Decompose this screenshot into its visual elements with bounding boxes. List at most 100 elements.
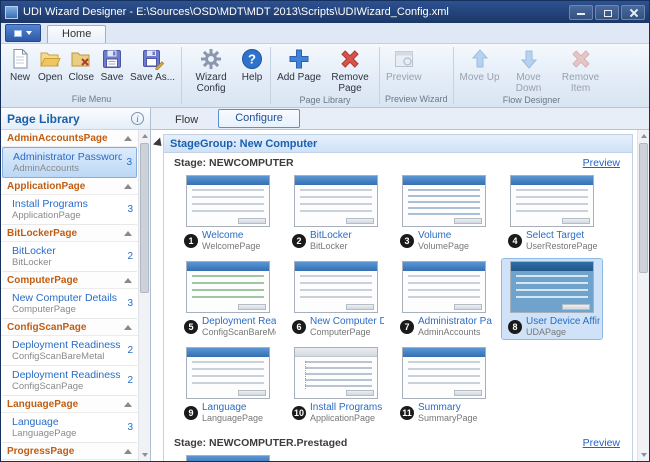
list-item-install-programs[interactable]: Install ProgramsApplicationPage 3 — [2, 195, 137, 225]
page-thumbnail — [186, 261, 270, 313]
scroll-up-icon[interactable] — [638, 130, 649, 142]
group-progress-page[interactable]: ProgressPage — [1, 443, 138, 460]
list-item-new-computer-details[interactable]: New Computer DetailsComputerPage 3 — [2, 289, 137, 319]
page-link[interactable]: Language — [202, 402, 263, 413]
usage-count: 3 — [123, 422, 133, 433]
scroll-up-icon[interactable] — [139, 130, 150, 142]
scroll-thumb[interactable] — [140, 143, 149, 293]
ribbon-separator — [453, 47, 454, 104]
ribbon-separator — [270, 47, 271, 104]
page-link[interactable]: Deployment Readiness — [202, 316, 276, 327]
preview-window-icon — [392, 47, 416, 71]
group-label-page-library: Page Library — [272, 95, 378, 107]
main-panel: Flow Configure StageGroup: New Computer … — [151, 108, 649, 461]
list-item-deployment-readiness[interactable]: Deployment ReadinessConfigScanPage 2 — [2, 366, 137, 396]
scroll-thumb[interactable] — [639, 143, 648, 273]
scroll-down-icon[interactable] — [139, 449, 150, 461]
tab-home[interactable]: Home — [47, 25, 106, 43]
group-application-page[interactable]: ApplicationPage — [1, 178, 138, 195]
page-card-partial[interactable] — [178, 453, 278, 461]
page-link[interactable]: BitLocker — [310, 230, 352, 241]
move-down-button[interactable]: Move Down — [503, 46, 555, 95]
page-link[interactable]: Summary — [418, 402, 478, 413]
page-link[interactable]: Select Target — [526, 230, 598, 241]
page-link[interactable]: Install Programs — [310, 402, 382, 413]
save-as-button[interactable]: Save As... — [127, 46, 178, 84]
page-card-volume[interactable]: 3 VolumeVolumePage — [394, 173, 494, 253]
preview-button[interactable]: Preview — [383, 46, 425, 84]
page-card-new-computer-details[interactable]: 6 New Computer DetailsComputerPage — [286, 259, 386, 339]
group-language-page[interactable]: LanguagePage — [1, 396, 138, 413]
group-admin-accounts-page[interactable]: AdminAccountsPage — [1, 130, 138, 147]
ribbon-group-page-library: Add Page Remove Page Page Library — [272, 45, 378, 106]
page-link[interactable]: New Computer Details — [310, 316, 384, 327]
close-folder-icon — [69, 47, 93, 71]
collapse-icon — [124, 184, 132, 189]
page-card-welcome[interactable]: 1 WelcomeWelcomePage — [178, 173, 278, 253]
page-card-deployment-readiness-baremetal[interactable]: 5 Deployment ReadinessConfigScanBareMeta… — [178, 259, 278, 339]
page-thumbnail — [402, 175, 486, 227]
page-link[interactable]: User Device Affinity — [526, 316, 600, 327]
group-configscan-page[interactable]: ConfigScanPage — [1, 319, 138, 336]
info-icon[interactable]: i — [131, 112, 144, 125]
collapse-icon — [124, 325, 132, 330]
help-button[interactable]: ? Help — [237, 46, 267, 84]
page-card-install-programs[interactable]: 10 Install ProgramsApplicationPage — [286, 345, 386, 425]
page-card-language[interactable]: 9 LanguageLanguagePage — [178, 345, 278, 425]
sequence-badge: 5 — [184, 320, 198, 334]
minimize-button[interactable] — [569, 5, 593, 20]
page-link[interactable]: Administrator Passw... — [418, 316, 492, 327]
list-item-deployment-readiness-baremetal[interactable]: Deployment ReadinessConfigScanBareMetal … — [2, 336, 137, 366]
stage2-header: Stage: NEWCOMPUTER.Prestaged Preview — [164, 433, 632, 451]
stage1-preview-link[interactable]: Preview — [583, 157, 620, 169]
group-computer-page[interactable]: ComputerPage — [1, 272, 138, 289]
page-link[interactable]: Welcome — [202, 230, 260, 241]
page-thumbnail — [294, 347, 378, 399]
stagegroup-header[interactable]: StageGroup: New Computer — [164, 135, 632, 153]
tab-flow[interactable]: Flow — [159, 112, 214, 129]
page-thumbnail — [402, 261, 486, 313]
remove-page-button[interactable]: Remove Page — [324, 46, 376, 95]
page-library-list: AdminAccountsPage Administrator Password… — [1, 130, 150, 461]
remove-item-button[interactable]: Remove Item — [555, 46, 607, 95]
page-card-summary[interactable]: 11 SummarySummaryPage — [394, 345, 494, 425]
close-button[interactable] — [621, 5, 645, 20]
wizard-config-button[interactable]: Wizard Config — [185, 46, 237, 95]
add-page-button[interactable]: Add Page — [274, 46, 324, 84]
page-thumbnail — [294, 261, 378, 313]
new-button[interactable]: New — [5, 46, 35, 84]
scroll-down-icon[interactable] — [638, 449, 649, 461]
page-card-user-device-affinity[interactable]: 8 User Device AffinityUDAPage — [502, 259, 602, 339]
list-item-administrator-password[interactable]: Administrator PasswordAdminAccounts 3 — [2, 147, 137, 178]
sidebar-scrollbar[interactable] — [138, 130, 150, 461]
stage1-header: Stage: NEWCOMPUTER Preview — [164, 153, 632, 171]
save-button[interactable]: Save — [97, 46, 127, 84]
page-card-select-target[interactable]: 4 Select TargetUserRestorePage — [502, 173, 602, 253]
move-up-button[interactable]: Move Up — [457, 46, 503, 84]
group-label-preview-wizard: Preview Wizard — [381, 94, 452, 106]
maximize-button[interactable] — [595, 5, 619, 20]
page-card-administrator-password[interactable]: 7 Administrator Passw...AdminAccounts — [394, 259, 494, 339]
page-thumbnail — [294, 175, 378, 227]
tab-configure[interactable]: Configure — [218, 109, 300, 128]
flow-designer-canvas: StageGroup: New Computer Stage: NEWCOMPU… — [151, 130, 637, 461]
remove-x-icon — [338, 47, 362, 71]
open-folder-icon — [38, 47, 62, 71]
page-card-bitlocker[interactable]: 2 BitLockerBitLocker — [286, 173, 386, 253]
open-button[interactable]: Open — [35, 46, 65, 84]
app-menu-button[interactable] — [5, 24, 41, 42]
stage2-preview-link[interactable]: Preview — [583, 437, 620, 449]
window-title: UDI Wizard Designer - E:\Sources\OSD\MDT… — [23, 6, 569, 18]
group-label-config — [183, 95, 269, 106]
page-thumbnail — [510, 175, 594, 227]
main-scrollbar[interactable] — [637, 130, 649, 461]
usage-count: 3 — [122, 157, 132, 168]
list-item-language[interactable]: LanguageLanguagePage 3 — [2, 413, 137, 443]
group-bitlocker-page[interactable]: BitLockerPage — [1, 225, 138, 242]
close-file-button[interactable]: Close — [65, 46, 97, 84]
app-menu-icon — [14, 30, 22, 37]
arrow-up-icon — [468, 47, 492, 71]
sequence-badge: 9 — [184, 406, 198, 420]
page-link[interactable]: Volume — [418, 230, 469, 241]
list-item-bitlocker[interactable]: BitLockerBitLocker 2 — [2, 242, 137, 272]
